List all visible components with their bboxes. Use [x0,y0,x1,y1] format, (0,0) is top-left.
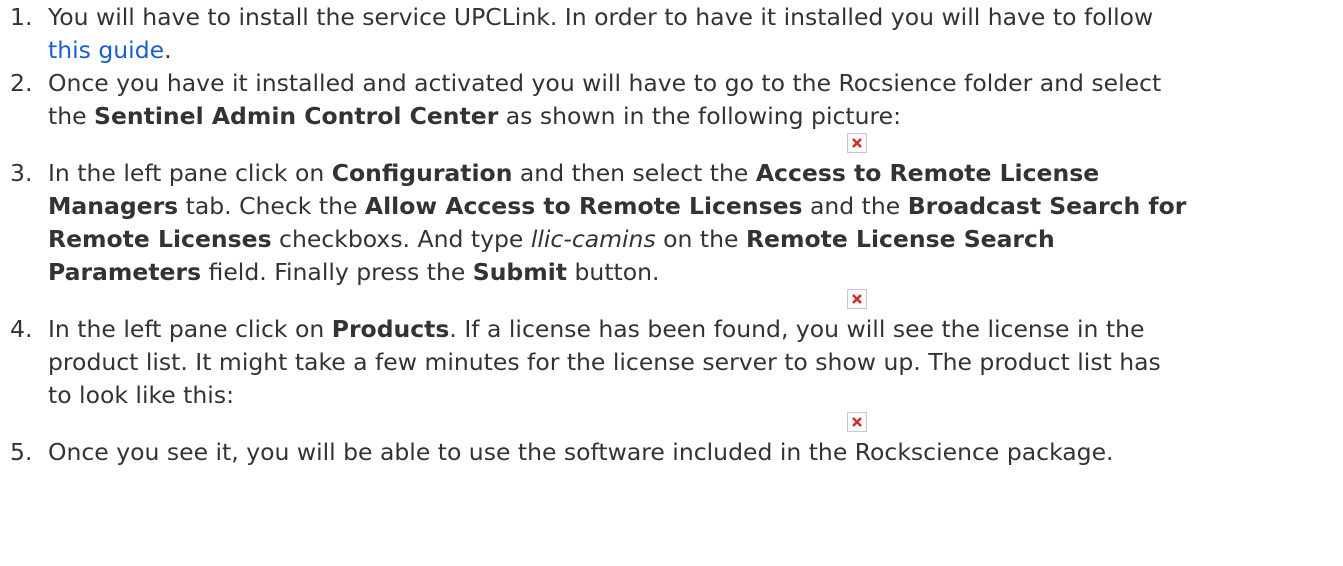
step-text-line: Parameters field. Finally press the Subm… [48,256,1343,289]
bold-term: Allow Access to Remote Licenses [364,192,803,220]
bold-term: Managers [48,192,179,220]
bold-term: Parameters [48,258,202,286]
text-span: button. [567,258,660,286]
document-body: 1. You will have to install the service … [0,0,1343,469]
image-row [0,289,1343,313]
image-row [0,412,1343,436]
step-number: 4. [10,315,33,343]
bold-term: Remote License Search [745,225,1055,253]
image-row [0,133,1343,157]
step-number: 3. [10,159,33,187]
bold-term: Submit [472,258,568,286]
step-text-line: In the left pane click on Configuration … [48,157,1343,190]
step-text-line: You will have to install the service UPC… [48,3,1154,31]
bold-term: Access to Remote License [755,159,1100,187]
step-text-line: Once you see it, you will be able to use… [48,438,1114,466]
steps-list: 1. You will have to install the service … [0,0,1343,469]
list-item-step-3: 3. In the left pane click on Configurati… [0,157,1343,289]
list-item-step-1: 1. You will have to install the service … [0,1,1343,67]
bold-term: Configuration [331,159,513,187]
step-number: 2. [10,69,33,97]
step-text-line: In the left pane click on Products. If a… [48,313,1343,346]
text-span: and the [802,192,908,220]
bold-term: Broadcast Search for [907,192,1187,220]
text-span: checkboxs. And type [271,225,531,253]
text-span: on the [655,225,746,253]
guide-link[interactable]: this guide [48,36,164,64]
step-number: 5. [10,438,33,466]
step-number: 1. [10,3,33,31]
broken-image-icon[interactable] [847,133,867,153]
text-span: field. Finally press the [201,258,473,286]
bold-term: Remote Licenses [48,225,272,253]
list-item-step-2: 2. Once you have it installed and activa… [0,67,1343,133]
broken-image-icon[interactable] [847,412,867,432]
broken-image-icon[interactable] [847,289,867,309]
italic-term: llic-camins [530,225,656,253]
step-text-line: to look like this: [48,381,234,409]
step-text-line: Once you have it installed and activated… [48,69,1162,97]
step-text-line: this guide. [48,34,1343,67]
step-text-line: product list. It might take a few minute… [48,348,1161,376]
step-text-line: Managers tab. Check the Allow Access to … [48,190,1343,223]
text-span: . If a license has been found, you will … [449,315,1145,343]
text-span: as shown in the following picture: [498,102,902,130]
bold-term: Products [331,315,450,343]
text-span: . [164,36,172,64]
text-span: and then select the [512,159,756,187]
step-text-line: Remote Licenses checkboxs. And type llic… [48,223,1343,256]
text-span: In the left pane click on [48,315,332,343]
text-span: tab. Check the [178,192,365,220]
text-span: the [48,102,95,130]
bold-term: Sentinel Admin Control Center [94,102,499,130]
text-span: In the left pane click on [48,159,332,187]
step-text-line: the Sentinel Admin Control Center as sho… [48,100,1343,133]
list-item-step-4: 4. In the left pane click on Products. I… [0,313,1343,412]
list-item-step-5: 5. Once you see it, you will be able to … [0,436,1343,469]
